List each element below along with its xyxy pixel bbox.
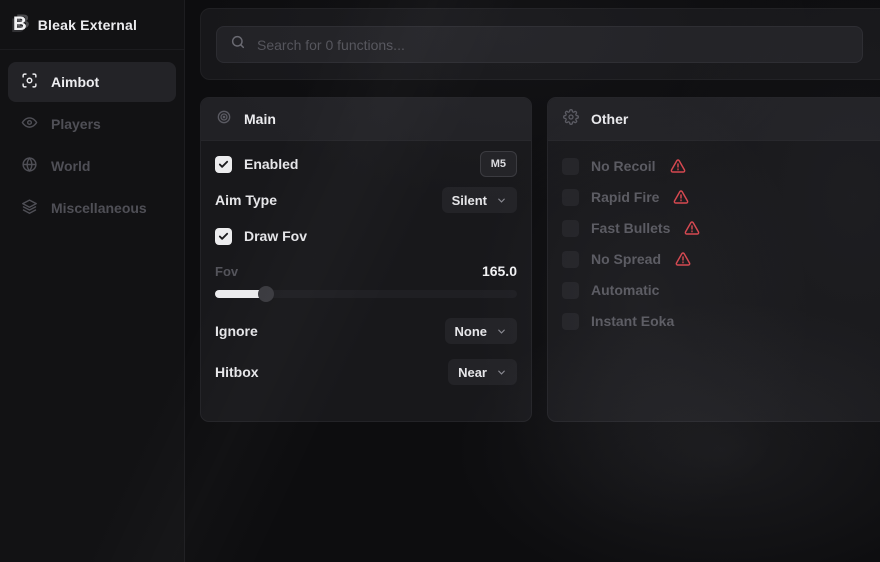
ignore-row: Ignore None xyxy=(215,318,517,344)
sidebar-item-label: Players xyxy=(51,116,101,132)
hitbox-row: Hitbox Near xyxy=(215,359,517,385)
chevron-down-icon xyxy=(496,367,507,378)
search-card xyxy=(200,8,880,80)
rapid-fire-label: Rapid Fire xyxy=(591,189,659,205)
enabled-label: Enabled xyxy=(244,156,298,172)
sidebar-nav: Aimbot Players World xyxy=(0,50,184,240)
eye-icon xyxy=(21,114,38,134)
no-spread-label: No Spread xyxy=(591,251,661,267)
ignore-label: Ignore xyxy=(215,323,258,339)
fov-value: 165.0 xyxy=(482,263,517,279)
fov-slider-thumb[interactable] xyxy=(258,286,274,302)
fast-bullets-label: Fast Bullets xyxy=(591,220,670,236)
no-recoil-label: No Recoil xyxy=(591,158,656,174)
sidebar-item-miscellaneous[interactable]: Miscellaneous xyxy=(8,188,176,228)
panel-main: Main Enabled M5 Aim Type Silent xyxy=(200,97,532,422)
aim-type-label: Aim Type xyxy=(215,192,277,208)
crosshair-focus-icon xyxy=(21,72,38,92)
chevron-down-icon xyxy=(496,326,507,337)
enabled-checkbox[interactable] xyxy=(215,156,232,173)
search-icon xyxy=(230,34,246,55)
instant-eoka-label: Instant Eoka xyxy=(591,313,674,329)
warning-triangle-icon xyxy=(684,220,700,236)
fast-bullets-checkbox[interactable] xyxy=(562,220,579,237)
fov-slider[interactable] xyxy=(215,286,517,302)
sidebar-item-players[interactable]: Players xyxy=(8,104,176,144)
panel-other-header: Other xyxy=(548,98,880,141)
app-title: Bleak External xyxy=(38,17,137,33)
draw-fov-checkbox[interactable] xyxy=(215,228,232,245)
enabled-row: Enabled M5 xyxy=(215,151,517,177)
sidebar: B Bleak External Aimbot Players xyxy=(0,0,185,562)
aim-type-row: Aim Type Silent xyxy=(215,187,517,213)
ignore-value: None xyxy=(455,324,488,339)
other-item-no-recoil: No Recoil xyxy=(562,153,879,179)
other-item-rapid-fire: Rapid Fire xyxy=(562,184,879,210)
panel-main-title: Main xyxy=(244,111,276,127)
hitbox-select[interactable]: Near xyxy=(448,359,517,385)
no-spread-checkbox[interactable] xyxy=(562,251,579,268)
sidebar-item-world[interactable]: World xyxy=(8,146,176,186)
aim-type-select[interactable]: Silent xyxy=(442,187,517,213)
ignore-select[interactable]: None xyxy=(445,318,518,344)
draw-fov-label: Draw Fov xyxy=(244,228,307,244)
search-bar[interactable] xyxy=(216,26,863,63)
hitbox-label: Hitbox xyxy=(215,364,259,380)
other-item-no-spread: No Spread xyxy=(562,246,879,272)
target-icon xyxy=(216,109,232,130)
automatic-checkbox[interactable] xyxy=(562,282,579,299)
sidebar-item-label: Miscellaneous xyxy=(51,200,147,216)
sidebar-item-label: World xyxy=(51,158,90,174)
other-item-fast-bullets: Fast Bullets xyxy=(562,215,879,241)
chevron-down-icon xyxy=(496,195,507,206)
warning-triangle-icon xyxy=(673,189,689,205)
automatic-label: Automatic xyxy=(591,282,659,298)
other-item-instant-eoka: Instant Eoka xyxy=(562,308,879,334)
enabled-keybind-button[interactable]: M5 xyxy=(480,151,517,177)
other-item-automatic: Automatic xyxy=(562,277,879,303)
search-input[interactable] xyxy=(257,37,849,53)
main-content: Main Enabled M5 Aim Type Silent xyxy=(185,0,880,562)
panel-main-header: Main xyxy=(201,98,531,141)
rapid-fire-checkbox[interactable] xyxy=(562,189,579,206)
warning-triangle-icon xyxy=(675,251,691,267)
panel-other: Other No Recoil Rapid Fire Fast Bullets xyxy=(547,97,880,422)
aim-type-value: Silent xyxy=(452,193,487,208)
warning-triangle-icon xyxy=(670,158,686,174)
bleak-logo-icon: B xyxy=(13,15,27,34)
hitbox-value: Near xyxy=(458,365,487,380)
draw-fov-row: Draw Fov xyxy=(215,223,517,249)
gear-icon xyxy=(563,109,579,130)
sidebar-item-label: Aimbot xyxy=(51,74,99,90)
sidebar-item-aimbot[interactable]: Aimbot xyxy=(8,62,176,102)
sidebar-header: B Bleak External xyxy=(0,0,184,50)
globe-icon xyxy=(21,156,38,176)
layers-icon xyxy=(21,198,38,218)
fov-row: Fov 165.0 xyxy=(215,261,517,281)
panel-other-title: Other xyxy=(591,111,628,127)
no-recoil-checkbox[interactable] xyxy=(562,158,579,175)
fov-label: Fov xyxy=(215,264,238,279)
instant-eoka-checkbox[interactable] xyxy=(562,313,579,330)
